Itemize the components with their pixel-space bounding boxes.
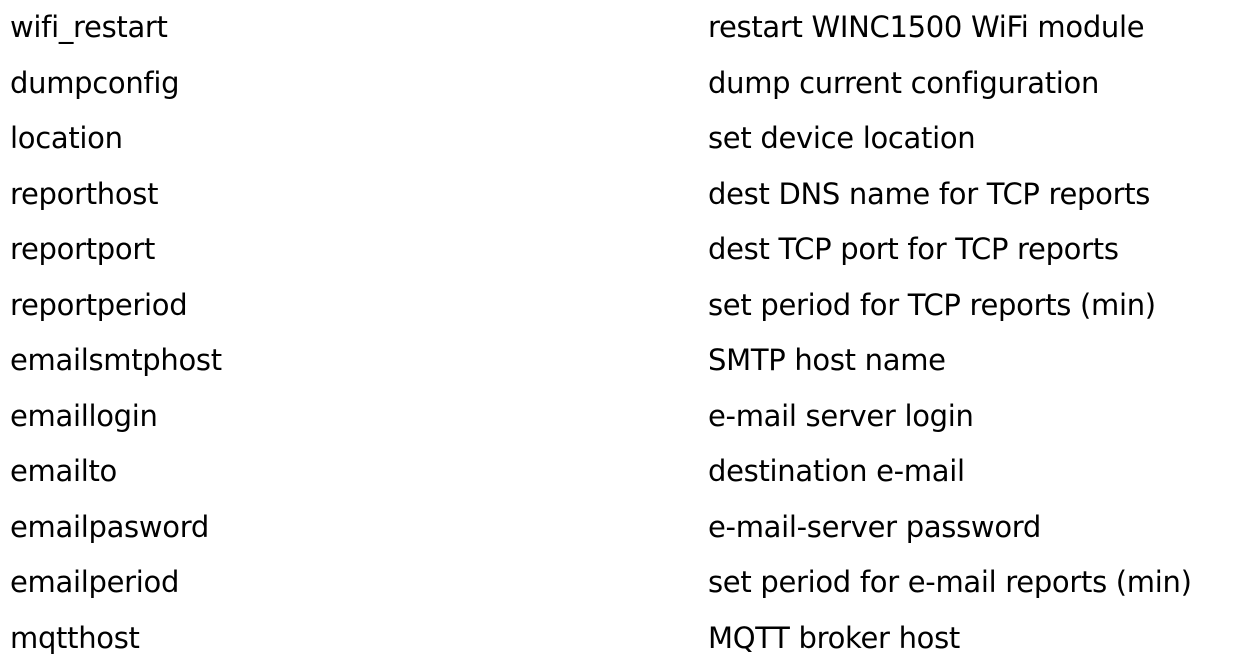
command-name: reporthost [0, 167, 708, 223]
command-name: wifi_restart [0, 0, 708, 56]
command-description: set period for e-mail reports (min) [708, 555, 1255, 611]
command-name: reportport [0, 222, 708, 278]
command-name: dumpconfig [0, 56, 708, 112]
command-description: destination e-mail [708, 444, 1255, 500]
command-row: emailtodestination e-mail [0, 444, 1255, 500]
command-description: e-mail server login [708, 389, 1255, 445]
command-table: wifi_restartrestart WINC1500 WiFi module… [0, 0, 1255, 666]
command-name: emailperiod [0, 555, 708, 611]
command-name: emailpasword [0, 500, 708, 556]
command-name: reportperiod [0, 278, 708, 334]
command-row: reporthostdest DNS name for TCP reports [0, 167, 1255, 223]
command-row: locationset device location [0, 111, 1255, 167]
command-row: wifi_restartrestart WINC1500 WiFi module [0, 0, 1255, 56]
command-description: set device location [708, 111, 1255, 167]
command-description: MQTT broker host [708, 611, 1255, 666]
command-row: emailpasworde-mail-server password [0, 500, 1255, 556]
command-name: location [0, 111, 708, 167]
command-row: reportportdest TCP port for TCP reports [0, 222, 1255, 278]
command-description: restart WINC1500 WiFi module [708, 0, 1255, 56]
command-description: dump current configuration [708, 56, 1255, 112]
command-row: emaillogine-mail server login [0, 389, 1255, 445]
command-name: emaillogin [0, 389, 708, 445]
command-name: emailto [0, 444, 708, 500]
command-table-body: wifi_restartrestart WINC1500 WiFi module… [0, 0, 1255, 666]
command-description: SMTP host name [708, 333, 1255, 389]
command-row: emailsmtphostSMTP host name [0, 333, 1255, 389]
command-description: dest DNS name for TCP reports [708, 167, 1255, 223]
command-description: e-mail-server password [708, 500, 1255, 556]
command-name: emailsmtphost [0, 333, 708, 389]
command-row: dumpconfigdump current configuration [0, 56, 1255, 112]
command-row: emailperiodset period for e-mail reports… [0, 555, 1255, 611]
command-description: set period for TCP reports (min) [708, 278, 1255, 334]
command-name: mqtthost [0, 611, 708, 666]
command-row: mqtthostMQTT broker host [0, 611, 1255, 666]
command-row: reportperiodset period for TCP reports (… [0, 278, 1255, 334]
command-description: dest TCP port for TCP reports [708, 222, 1255, 278]
